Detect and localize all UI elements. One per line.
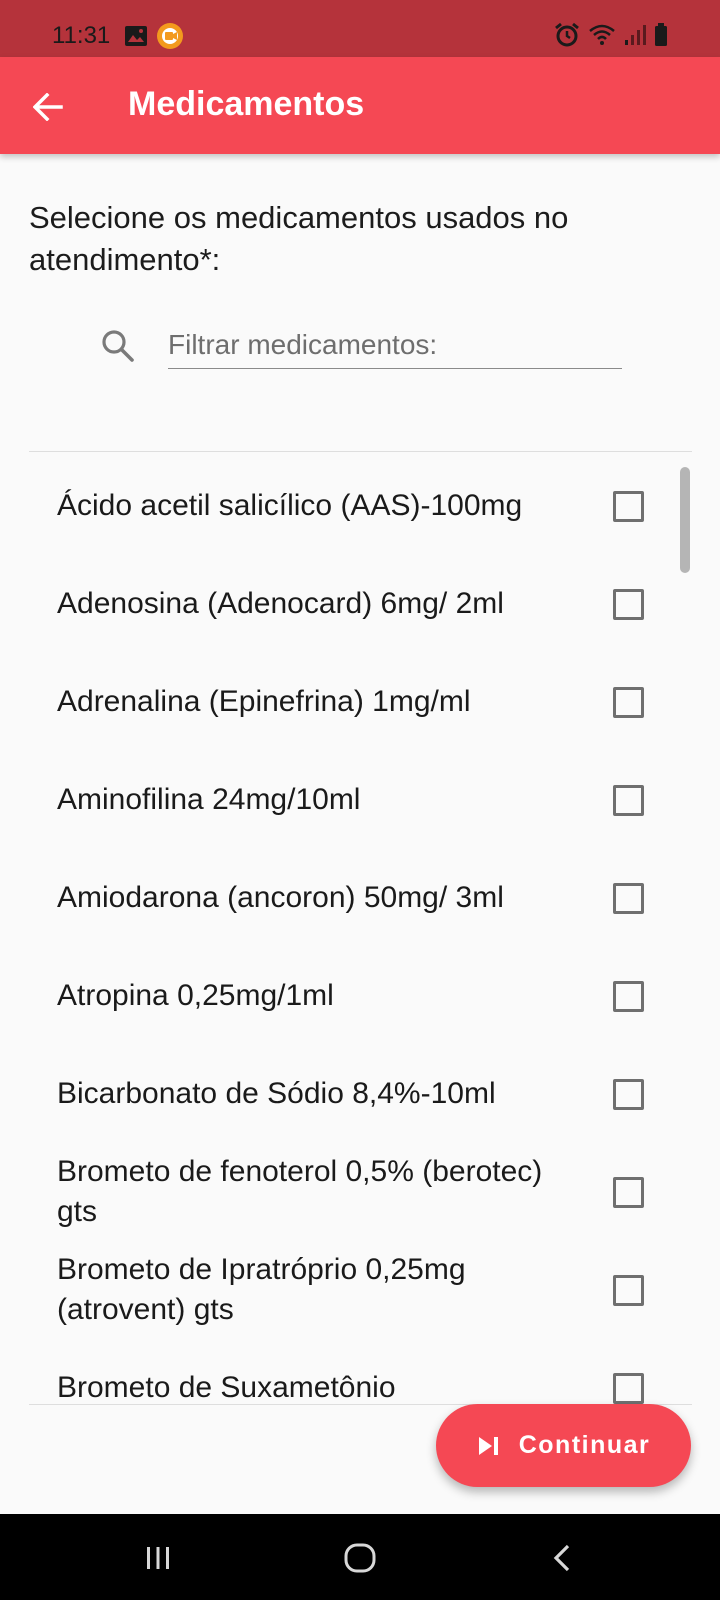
list-item[interactable]: Ácido acetil salicílico (AAS)-100mg [29,457,692,555]
skip-next-icon [478,1436,498,1455]
medication-checkbox[interactable] [613,784,644,816]
home-icon [344,1543,376,1573]
medication-label: Amiodarona (ancoron) 50mg/ 3ml [57,881,504,914]
recent-apps-button[interactable] [128,1536,188,1580]
medication-checkbox[interactable] [613,588,644,620]
navigation-bar [0,1514,720,1600]
medication-checkbox[interactable] [613,686,644,718]
back-button[interactable] [22,81,74,133]
list-item[interactable]: Atropina 0,25mg/1ml [29,947,692,1045]
continue-label: Continuar [518,1431,651,1459]
status-right-icons [554,22,668,48]
list-item[interactable]: Bicarbonato de Sódio 8,4%-10ml [29,1045,692,1143]
list-item[interactable]: Adenosina (Adenocard) 6mg/ 2ml [29,555,692,653]
page-title: Medicamentos [128,85,365,123]
list-item[interactable]: Brometo de Suxametônio [29,1339,692,1404]
status-left-icons [124,22,184,50]
medication-checkbox[interactable] [613,490,644,522]
home-button[interactable] [330,1536,390,1580]
list-item[interactable]: Amiodarona (ancoron) 50mg/ 3ml [29,849,692,947]
medication-checkbox[interactable] [613,1274,644,1306]
medication-label: Brometo de Ipratróprio 0,25mg (atrovent)… [57,1253,466,1326]
image-icon [125,26,147,46]
recent-apps-icon [147,1547,169,1569]
medication-list[interactable]: Ácido acetil salicílico (AAS)-100mg Aden… [29,452,692,1404]
status-time: 11:31 [52,22,111,49]
medication-label: Atropina 0,25mg/1ml [57,979,334,1012]
list-scrollbar[interactable] [680,467,690,573]
wifi-icon [589,24,615,45]
medication-checkbox[interactable] [613,1372,644,1404]
search-input[interactable] [168,322,622,369]
selection-prompt: Selecione os medicamentos usados no aten… [29,200,569,277]
back-icon [553,1544,570,1572]
status-bar: 11:31 [0,0,720,57]
system-back-button[interactable] [532,1536,592,1580]
screen-record-icon [157,23,183,49]
list-item[interactable]: Brometo de fenoterol 0,5% (berotec) gts [29,1143,692,1241]
medication-checkbox[interactable] [613,980,644,1012]
medication-label: Ácido acetil salicílico (AAS)-100mg [57,489,523,522]
medication-checkbox[interactable] [613,1176,644,1208]
search-icon [102,330,134,362]
medication-label: Aminofilina 24mg/10ml [57,783,361,816]
medication-checkbox[interactable] [613,882,644,914]
alarm-icon [555,22,579,47]
list-item[interactable]: Aminofilina 24mg/10ml [29,751,692,849]
signal-icon [625,25,646,45]
app-bar: Medicamentos [0,57,720,154]
medication-label: Brometo de fenoterol 0,5% (berotec) gts [57,1155,543,1228]
medication-label: Adrenalina (Epinefrina) 1mg/ml [57,685,471,718]
medication-label: Brometo de Suxametônio [57,1371,396,1404]
battery-icon [655,23,667,46]
list-item[interactable]: Brometo de Ipratróprio 0,25mg (atrovent)… [29,1241,692,1339]
continue-button[interactable]: Continuar [436,1404,691,1487]
medication-checkbox[interactable] [613,1078,644,1110]
medication-label: Adenosina (Adenocard) 6mg/ 2ml [57,587,504,620]
medication-label: Bicarbonato de Sódio 8,4%-10ml [57,1077,496,1110]
list-item[interactable]: Adrenalina (Epinefrina) 1mg/ml [29,653,692,751]
arrow-back-icon [33,93,63,121]
